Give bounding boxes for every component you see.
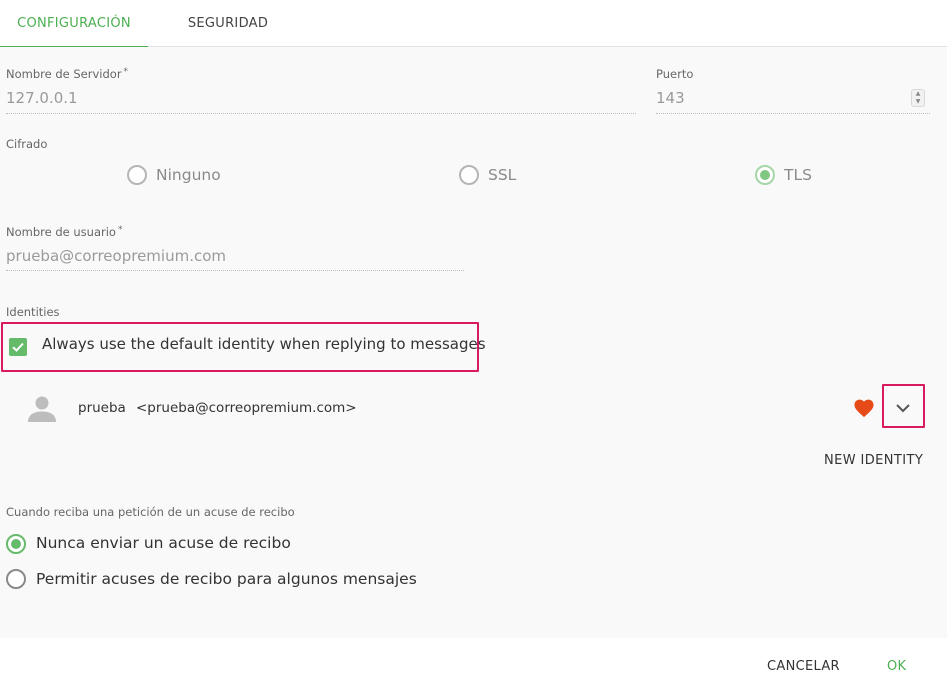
tab-seguridad[interactable]: SEGURIDAD <box>148 0 308 47</box>
username-input[interactable]: prueba@correopremium.com <box>6 247 226 265</box>
identities-label: Identities <box>6 305 60 319</box>
port-label: Puerto <box>656 67 694 81</box>
tab-configuracion[interactable]: CONFIGURACIÓN <box>0 0 148 48</box>
default-identity-checkbox[interactable] <box>9 338 27 356</box>
radio-ssl[interactable] <box>459 165 479 185</box>
port-input-underline <box>656 113 930 114</box>
radio-never-send-receipt[interactable] <box>6 534 26 554</box>
username-input-underline <box>6 270 464 271</box>
radio-ninguno[interactable] <box>127 165 147 185</box>
radio-tls[interactable] <box>755 165 775 185</box>
ok-button[interactable]: OK <box>887 659 906 674</box>
encryption-label: Cifrado <box>6 137 48 151</box>
default-identity-label[interactable]: Always use the default identity when rep… <box>42 335 486 353</box>
radio-allow-receipts-label[interactable]: Permitir acuses de recibo para algunos m… <box>36 570 417 588</box>
person-icon <box>26 394 58 424</box>
server-label: Nombre de Servidor * <box>6 67 129 81</box>
radio-tls-label[interactable]: TLS <box>784 166 812 184</box>
port-stepper[interactable]: ▲ ▼ <box>911 89 925 107</box>
server-input-underline <box>6 113 636 114</box>
stepper-up-icon[interactable]: ▲ <box>912 90 924 98</box>
tab-bar: CONFIGURACIÓN SEGURIDAD <box>0 0 947 48</box>
server-input[interactable]: 127.0.0.1 <box>6 89 78 107</box>
checkmark-icon <box>12 342 24 352</box>
radio-ssl-label[interactable]: SSL <box>488 166 516 184</box>
new-identity-button[interactable]: NEW IDENTITY <box>824 453 923 468</box>
radio-allow-receipts[interactable] <box>6 569 26 589</box>
radio-ninguno-label[interactable]: Ninguno <box>156 166 221 184</box>
chevron-down-icon[interactable] <box>893 400 913 414</box>
heart-icon[interactable] <box>853 398 875 418</box>
receipt-label: Cuando reciba una petición de un acuse d… <box>6 505 295 519</box>
radio-never-send-receipt-label[interactable]: Nunca enviar un acuse de recibo <box>36 534 291 552</box>
cancel-button[interactable]: CANCELAR <box>767 659 840 674</box>
identity-name: prueba <box>78 400 126 416</box>
settings-form: Nombre de Servidor * 127.0.0.1 Puerto 143… <box>0 47 947 638</box>
dialog-footer: CANCELAR OK <box>0 638 947 684</box>
username-label: Nombre de usuario * <box>6 225 123 239</box>
port-input[interactable]: 143 <box>656 89 685 107</box>
stepper-down-icon[interactable]: ▼ <box>912 98 924 106</box>
identity-email: <prueba@correopremium.com> <box>136 400 357 416</box>
